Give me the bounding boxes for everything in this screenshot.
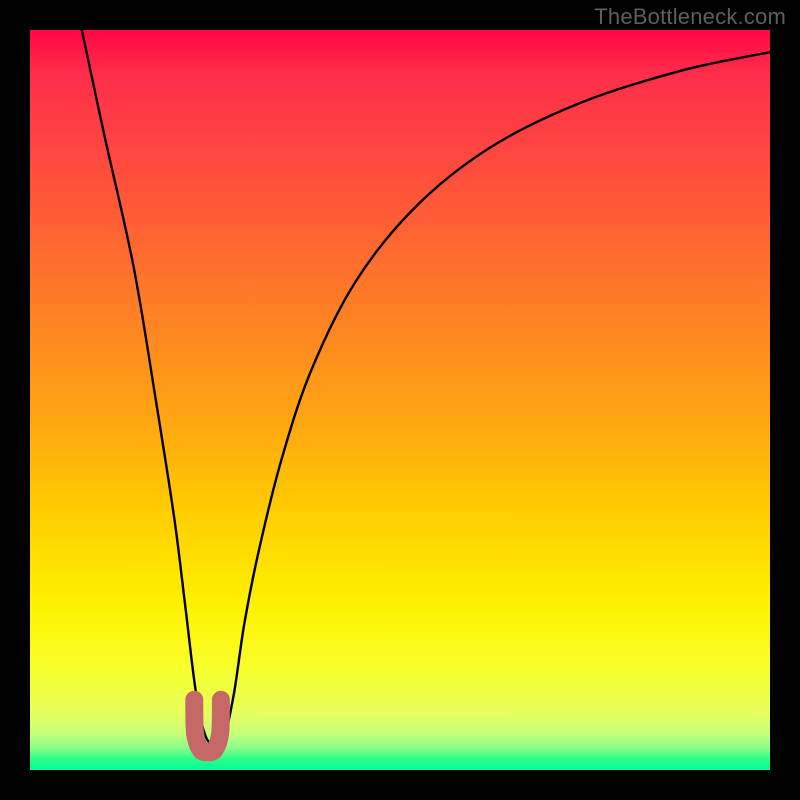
curve-overlay [30, 30, 770, 770]
watermark-label: TheBottleneck.com [594, 4, 786, 30]
valley-marker-path [194, 700, 221, 753]
plot-area [30, 30, 770, 770]
bottleneck-curve-path [82, 30, 770, 746]
chart-frame: TheBottleneck.com [0, 0, 800, 800]
